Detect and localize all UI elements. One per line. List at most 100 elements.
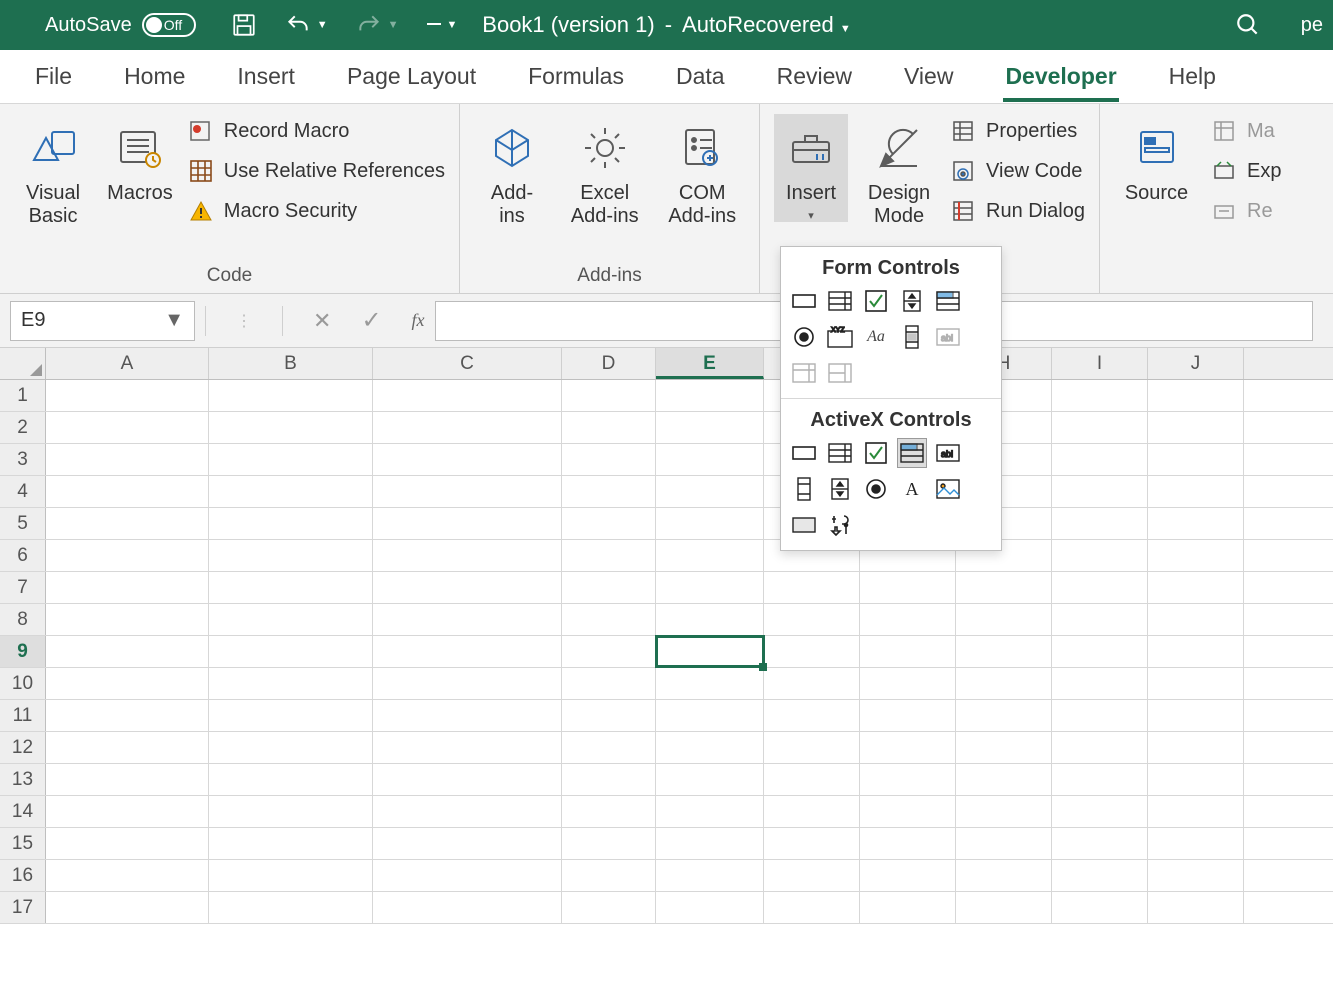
cell[interactable]: [764, 796, 860, 827]
activex-textbox-control[interactable]: abl: [933, 438, 963, 468]
form-label-control[interactable]: Aa: [861, 322, 891, 352]
options-icon[interactable]: ⋮: [236, 311, 252, 331]
cell[interactable]: [373, 476, 562, 507]
cell[interactable]: [373, 668, 562, 699]
tab-file[interactable]: File: [35, 63, 72, 90]
cell[interactable]: [764, 732, 860, 763]
column-header[interactable]: C: [373, 348, 562, 379]
name-box[interactable]: E9 ▼: [10, 301, 195, 341]
form-scrollbar-control[interactable]: [897, 322, 927, 352]
cell[interactable]: [656, 636, 764, 667]
chevron-down-icon[interactable]: ▼: [164, 309, 184, 332]
cell[interactable]: [860, 892, 956, 923]
map-properties-button[interactable]: Ma: [1211, 118, 1281, 144]
cell[interactable]: [46, 444, 209, 475]
cell[interactable]: [46, 380, 209, 411]
cell[interactable]: [656, 700, 764, 731]
cell[interactable]: [562, 380, 656, 411]
macro-security-button[interactable]: Macro Security: [188, 198, 445, 224]
cell[interactable]: [46, 732, 209, 763]
cell[interactable]: [1148, 796, 1244, 827]
cell[interactable]: [373, 572, 562, 603]
cell[interactable]: [956, 668, 1052, 699]
cell[interactable]: [1052, 732, 1148, 763]
design-mode-button[interactable]: Design Mode: [860, 114, 938, 228]
cell[interactable]: [46, 668, 209, 699]
cell[interactable]: [209, 540, 373, 571]
cell[interactable]: [1052, 636, 1148, 667]
cell[interactable]: [656, 412, 764, 443]
cell[interactable]: [764, 860, 860, 891]
cell[interactable]: [860, 860, 956, 891]
row-header[interactable]: 6: [0, 540, 46, 571]
search-button[interactable]: [1235, 12, 1261, 38]
column-header[interactable]: A: [46, 348, 209, 379]
cell[interactable]: [562, 828, 656, 859]
cell[interactable]: [209, 764, 373, 795]
column-header[interactable]: D: [562, 348, 656, 379]
cell[interactable]: [209, 572, 373, 603]
cell[interactable]: [562, 572, 656, 603]
source-button[interactable]: Source: [1114, 114, 1199, 205]
cell[interactable]: [373, 828, 562, 859]
cell[interactable]: [1148, 412, 1244, 443]
cell[interactable]: [46, 764, 209, 795]
macros-button[interactable]: Macros: [104, 114, 176, 205]
cell[interactable]: [1148, 860, 1244, 891]
cell[interactable]: [562, 636, 656, 667]
cell[interactable]: [764, 892, 860, 923]
cell[interactable]: [764, 604, 860, 635]
cell[interactable]: [373, 764, 562, 795]
cell[interactable]: [764, 828, 860, 859]
cell[interactable]: [1148, 508, 1244, 539]
row-header[interactable]: 7: [0, 572, 46, 603]
tab-view[interactable]: View: [904, 63, 953, 90]
run-dialog-button[interactable]: Run Dialog: [950, 198, 1085, 224]
cell[interactable]: [1052, 412, 1148, 443]
tab-help[interactable]: Help: [1169, 63, 1216, 90]
tab-review[interactable]: Review: [777, 63, 852, 90]
cell[interactable]: [1052, 828, 1148, 859]
cell[interactable]: [1148, 476, 1244, 507]
insert-controls-button[interactable]: Insert ▾: [774, 114, 848, 222]
com-addins-button[interactable]: COM Add-ins: [660, 114, 746, 228]
tab-insert[interactable]: Insert: [237, 63, 295, 90]
row-header[interactable]: 14: [0, 796, 46, 827]
redo-button[interactable]: ▼: [356, 12, 399, 38]
cell[interactable]: [1052, 668, 1148, 699]
cell[interactable]: [562, 700, 656, 731]
select-all-corner[interactable]: [0, 348, 46, 379]
undo-button[interactable]: ▼: [285, 12, 328, 38]
cell[interactable]: [860, 668, 956, 699]
form-listbox-control[interactable]: [933, 286, 963, 316]
cell[interactable]: [1148, 444, 1244, 475]
column-header[interactable]: E: [656, 348, 764, 379]
row-header[interactable]: 16: [0, 860, 46, 891]
cell[interactable]: [562, 604, 656, 635]
activex-option-button-control[interactable]: [861, 474, 891, 504]
row-header[interactable]: 3: [0, 444, 46, 475]
visual-basic-button[interactable]: Visual Basic: [14, 114, 92, 228]
cell[interactable]: [860, 604, 956, 635]
cell[interactable]: [373, 380, 562, 411]
cell[interactable]: [209, 412, 373, 443]
tab-page-layout[interactable]: Page Layout: [347, 63, 476, 90]
cell[interactable]: [656, 668, 764, 699]
cell[interactable]: [860, 636, 956, 667]
view-code-button[interactable]: View Code: [950, 158, 1085, 184]
use-relative-references-button[interactable]: Use Relative References: [188, 158, 445, 184]
cell[interactable]: [1052, 572, 1148, 603]
cell[interactable]: [956, 572, 1052, 603]
tab-formulas[interactable]: Formulas: [528, 63, 624, 90]
cell[interactable]: [1148, 636, 1244, 667]
row-header[interactable]: 10: [0, 668, 46, 699]
cell[interactable]: [562, 444, 656, 475]
cell[interactable]: [860, 732, 956, 763]
cell[interactable]: [656, 892, 764, 923]
cell[interactable]: [562, 476, 656, 507]
cell[interactable]: [209, 860, 373, 891]
cell[interactable]: [373, 444, 562, 475]
row-header[interactable]: 11: [0, 700, 46, 731]
cell[interactable]: [860, 572, 956, 603]
enter-formula-button[interactable]: ✓: [361, 306, 381, 335]
